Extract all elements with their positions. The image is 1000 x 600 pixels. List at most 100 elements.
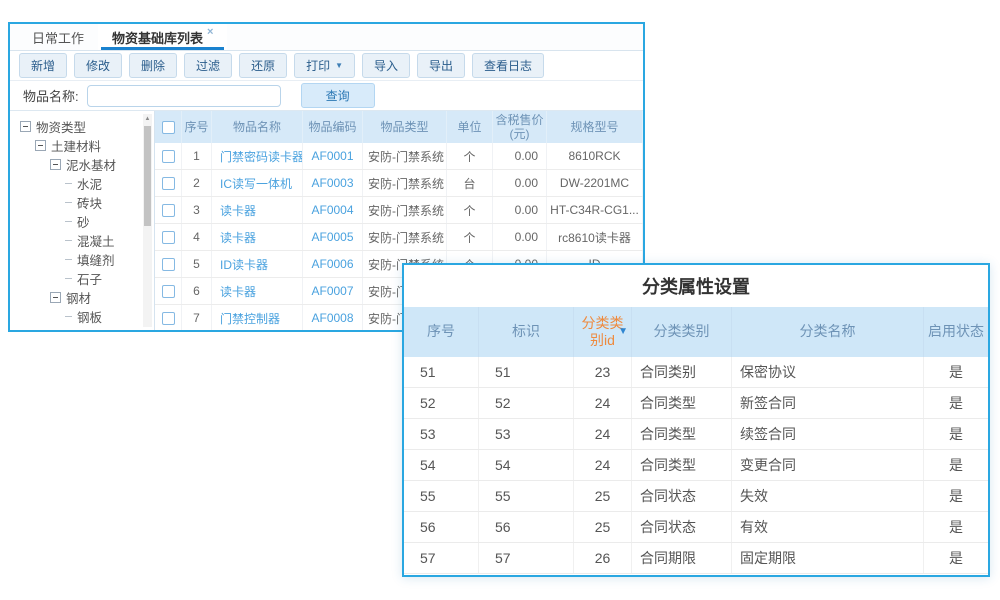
row-checkbox[interactable]: [162, 258, 175, 271]
column-header-category-name[interactable]: 分类名称: [732, 307, 924, 357]
query-button[interactable]: 查询: [301, 83, 375, 108]
item-name-input[interactable]: [87, 85, 281, 107]
close-icon[interactable]: ×: [207, 27, 213, 38]
table-header-row: 序号 标识分类类别id▼分类类别分类名称启用状态: [404, 307, 988, 357]
tab-daily-work[interactable]: 日常工作: [18, 24, 98, 50]
button-label: 新增: [31, 57, 55, 74]
collapse-icon[interactable]: [20, 121, 31, 132]
import-button[interactable]: 导入: [362, 53, 410, 78]
table-row[interactable]: 555525合同状态失效是: [404, 481, 988, 512]
column-header-item-name[interactable]: 物品名称: [212, 111, 303, 143]
table-row[interactable]: 535324合同类型续签合同是: [404, 419, 988, 450]
table-row[interactable]: 525224合同类型新签合同是: [404, 388, 988, 419]
scroll-up-icon[interactable]: ▲: [143, 114, 152, 124]
table-row[interactable]: 545424合同类型变更合同是: [404, 450, 988, 481]
cell-category-name: 新签合同: [732, 388, 924, 418]
tree-node[interactable]: 泥水基材: [10, 155, 154, 174]
new-button[interactable]: 新增: [19, 53, 67, 78]
column-header-item-code[interactable]: 物品编码: [303, 111, 363, 143]
column-header-spec-model[interactable]: 规格型号: [547, 111, 643, 143]
toolbar: 新增 修改 删除 过滤还原打印▼ 导入导出查看日志: [10, 51, 643, 80]
row-checkbox[interactable]: [162, 177, 175, 190]
row-checkbox[interactable]: [162, 312, 175, 325]
export-button[interactable]: 导出: [417, 53, 465, 78]
select-all-checkbox[interactable]: [162, 121, 175, 134]
column-header-seq[interactable]: 序号: [182, 111, 212, 143]
column-header-category-id[interactable]: 分类类别id▼: [574, 307, 632, 357]
cell-code[interactable]: AF0008: [303, 305, 363, 330]
cell-category-type: 合同类别: [632, 357, 732, 387]
table-row[interactable]: 4读卡器AF0005安防-门禁系统个0.00rc8610读卡器: [155, 224, 643, 251]
cell-name[interactable]: 门禁控制器: [212, 305, 303, 330]
cell-code[interactable]: AF0007: [303, 278, 363, 304]
cell-category-name: 有效: [732, 512, 924, 542]
restore-button[interactable]: 还原: [239, 53, 287, 78]
cell-category-type: 合同类型: [632, 450, 732, 480]
button-label: 删除: [141, 57, 165, 74]
view-log-button[interactable]: 查看日志: [472, 53, 544, 78]
collapse-icon[interactable]: [35, 140, 46, 151]
collapse-icon[interactable]: [50, 159, 61, 170]
column-header-identifier[interactable]: 标识: [479, 307, 574, 357]
table-row[interactable]: 1门禁密码读卡器AF0001安防-门禁系统个0.008610RCK: [155, 143, 643, 170]
category-tree: 物资类型土建材料泥水基材水泥砖块砂混凝土填缝剂石子钢材钢板钢管 ▲: [10, 111, 155, 330]
cell-name[interactable]: 门禁密码读卡器: [212, 143, 303, 169]
tab-bar: 日常工作 物资基础库列表 ×: [10, 24, 643, 51]
tree-node[interactable]: 砂: [10, 212, 154, 231]
scrollbar-thumb[interactable]: [144, 126, 151, 226]
tree-node[interactable]: 填缝剂: [10, 250, 154, 269]
cell-name[interactable]: ID读卡器: [212, 251, 303, 277]
cell-code[interactable]: AF0006: [303, 251, 363, 277]
column-header-category-type[interactable]: 分类类别: [632, 307, 732, 357]
tree-scrollbar[interactable]: ▲: [143, 114, 152, 327]
cell-name[interactable]: IC读写一体机: [212, 170, 303, 196]
cell-category-name: 变更合同: [732, 450, 924, 480]
table-row[interactable]: 565625合同状态有效是: [404, 512, 988, 543]
row-checkbox[interactable]: [162, 204, 175, 217]
tree-node[interactable]: 混凝土: [10, 231, 154, 250]
tree-node-label: 物资类型: [36, 117, 86, 136]
cell-code[interactable]: AF0001: [303, 143, 363, 169]
delete-button[interactable]: 删除: [129, 53, 177, 78]
table-row[interactable]: 515123合同类别保密协议是: [404, 357, 988, 388]
row-checkbox[interactable]: [162, 231, 175, 244]
filter-button[interactable]: 过滤: [184, 53, 232, 78]
cell-code[interactable]: AF0003: [303, 170, 363, 196]
cell-name[interactable]: 读卡器: [212, 278, 303, 304]
table-row[interactable]: 2IC读写一体机AF0003安防-门禁系统台0.00DW-2201MC: [155, 170, 643, 197]
tree-node[interactable]: 钢材: [10, 288, 154, 307]
column-header-enabled-status[interactable]: 启用状态: [924, 307, 988, 357]
cell-category-type: 合同状态: [632, 512, 732, 542]
collapse-icon[interactable]: [50, 292, 61, 303]
column-header-item-type[interactable]: 物品类型: [363, 111, 447, 143]
tree-node[interactable]: 砖块: [10, 193, 154, 212]
edit-button[interactable]: 修改: [74, 53, 122, 78]
tree-node-label: 水泥: [77, 174, 102, 193]
tree-node-label: 填缝剂: [77, 250, 115, 269]
column-header-unit[interactable]: 单位: [447, 111, 493, 143]
column-header-price-with-tax[interactable]: 含税售价(元): [493, 111, 547, 143]
cell-category-name: 续签合同: [732, 419, 924, 449]
tree-node[interactable]: 石子: [10, 269, 154, 288]
cell-name[interactable]: 读卡器: [212, 197, 303, 223]
table-row[interactable]: 575726合同期限固定期限是: [404, 543, 988, 574]
tree-node[interactable]: 土建材料: [10, 136, 154, 155]
cell-code[interactable]: AF0004: [303, 197, 363, 223]
tree-node[interactable]: 水泥: [10, 174, 154, 193]
column-header-label: 序号: [427, 323, 455, 341]
tree-node[interactable]: 钢板: [10, 307, 154, 326]
cell-code[interactable]: AF0005: [303, 224, 363, 250]
row-checkbox[interactable]: [162, 285, 175, 298]
table-row[interactable]: 3读卡器AF0004安防-门禁系统个0.00HT-C34R-CG1...: [155, 197, 643, 224]
cell-price: 0.00: [493, 197, 547, 223]
tree-node[interactable]: 钢管: [10, 326, 154, 330]
column-header-seq[interactable]: 序号: [404, 307, 479, 357]
cell-name[interactable]: 读卡器: [212, 224, 303, 250]
tab-material-list[interactable]: 物资基础库列表 ×: [98, 24, 227, 50]
row-checkbox[interactable]: [162, 150, 175, 163]
print-button[interactable]: 打印▼: [294, 53, 355, 78]
row-checkbox-cell: [155, 143, 182, 169]
sort-desc-icon[interactable]: ▼: [618, 327, 628, 337]
button-label: 修改: [86, 57, 110, 74]
tree-node[interactable]: 物资类型: [10, 117, 154, 136]
